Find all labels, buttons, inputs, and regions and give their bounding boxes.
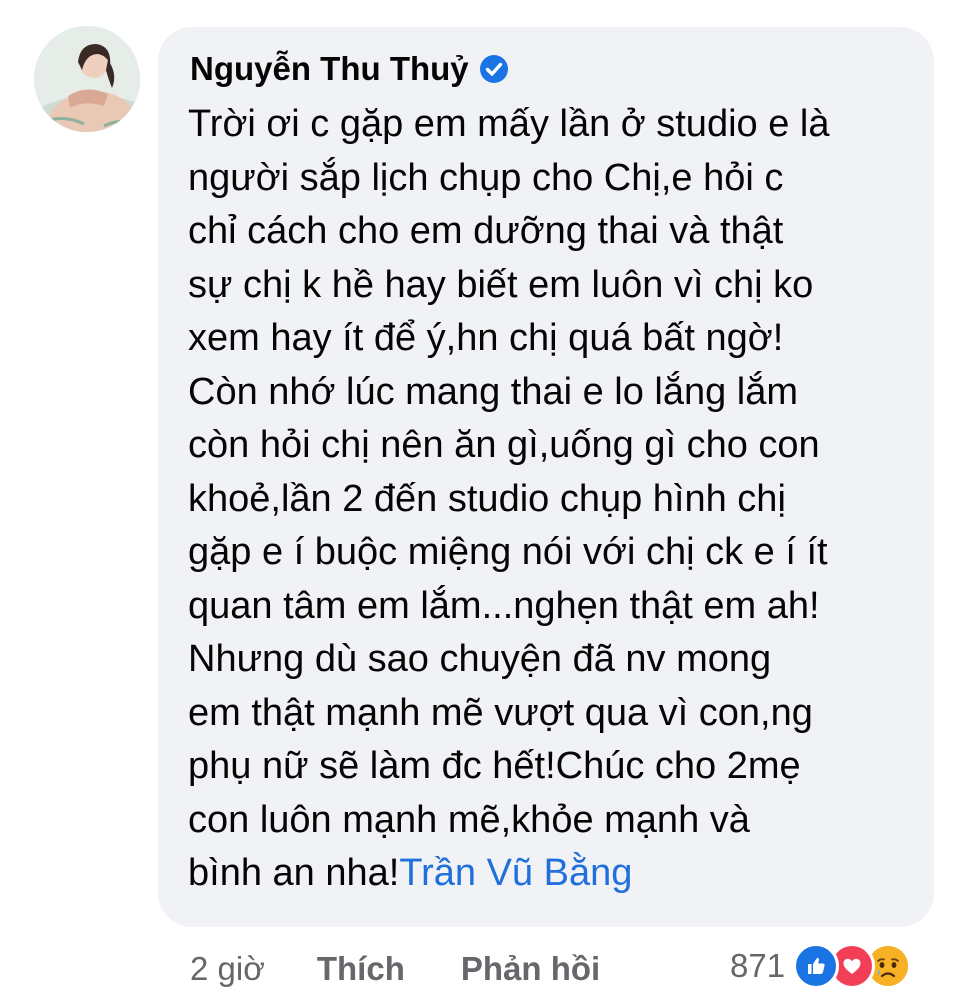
author-name[interactable]: Nguyễn Thu Thuỷ (190, 50, 469, 88)
comment-line: gặp e í buộc miệng nói với chị ck e í ít (188, 531, 828, 573)
comment-line: Còn nhớ lúc mang thai e lo lắng lắm (188, 370, 799, 413)
comment-line: con luôn mạnh mẽ,khỏe mạnh và (188, 798, 750, 841)
comment-line: sự chị k hề hay biết em luôn vì chị ko (188, 263, 814, 306)
like-button[interactable]: Thích (317, 950, 405, 988)
reactions-summary[interactable]: 871 (730, 938, 912, 994)
timestamp[interactable]: 2 giờ (190, 950, 265, 988)
avatar-photo (34, 26, 140, 132)
reaction-count: 871 (730, 947, 786, 984)
comment-text: Trời ơi c gặp em mấy lần ở studio e là n… (188, 98, 918, 901)
reaction-icons (793, 943, 912, 989)
comment-line: Nhưng dù sao chuyện đã nv mong (188, 638, 772, 680)
comment-line: khoẻ,lần 2 đến studio chụp hình chị (188, 477, 786, 520)
comment-line: người sắp lịch chụp cho Chị,e hỏi c (188, 156, 784, 199)
mention-link[interactable]: Trần Vũ Bằng (399, 852, 632, 894)
reply-button[interactable]: Phản hồi (461, 950, 600, 988)
like-reaction-icon (793, 943, 840, 989)
comment-line: còn hỏi chị nên ăn gì,uống gì cho con (188, 424, 820, 466)
comment-line: chỉ cách cho em dưỡng thai và thật (188, 210, 784, 252)
comment-line: quan tâm em lắm...nghẹn thật em ah! (188, 584, 820, 627)
comment-line: em thật mạnh mẽ vượt qua vì con,ng (188, 691, 813, 734)
comment-last-line: bình an nha!Trần Vũ Bằng (188, 847, 918, 901)
comment-header: Nguyễn Thu Thuỷ (190, 44, 509, 94)
comment-line: xem hay ít để ý,hn chị quá bất ngờ! (188, 317, 784, 359)
comment-line: Trời ơi c gặp em mấy lần ở studio e là (188, 103, 830, 145)
verified-badge-icon (479, 54, 509, 84)
avatar[interactable] (34, 26, 140, 132)
comment-line-prefix: bình an nha! (188, 852, 400, 894)
comment-line: phụ nữ sẽ làm đc hết!Chúc cho 2mẹ (188, 745, 801, 787)
comment-actions: 2 giờ Thích Phản hồi (190, 944, 656, 994)
